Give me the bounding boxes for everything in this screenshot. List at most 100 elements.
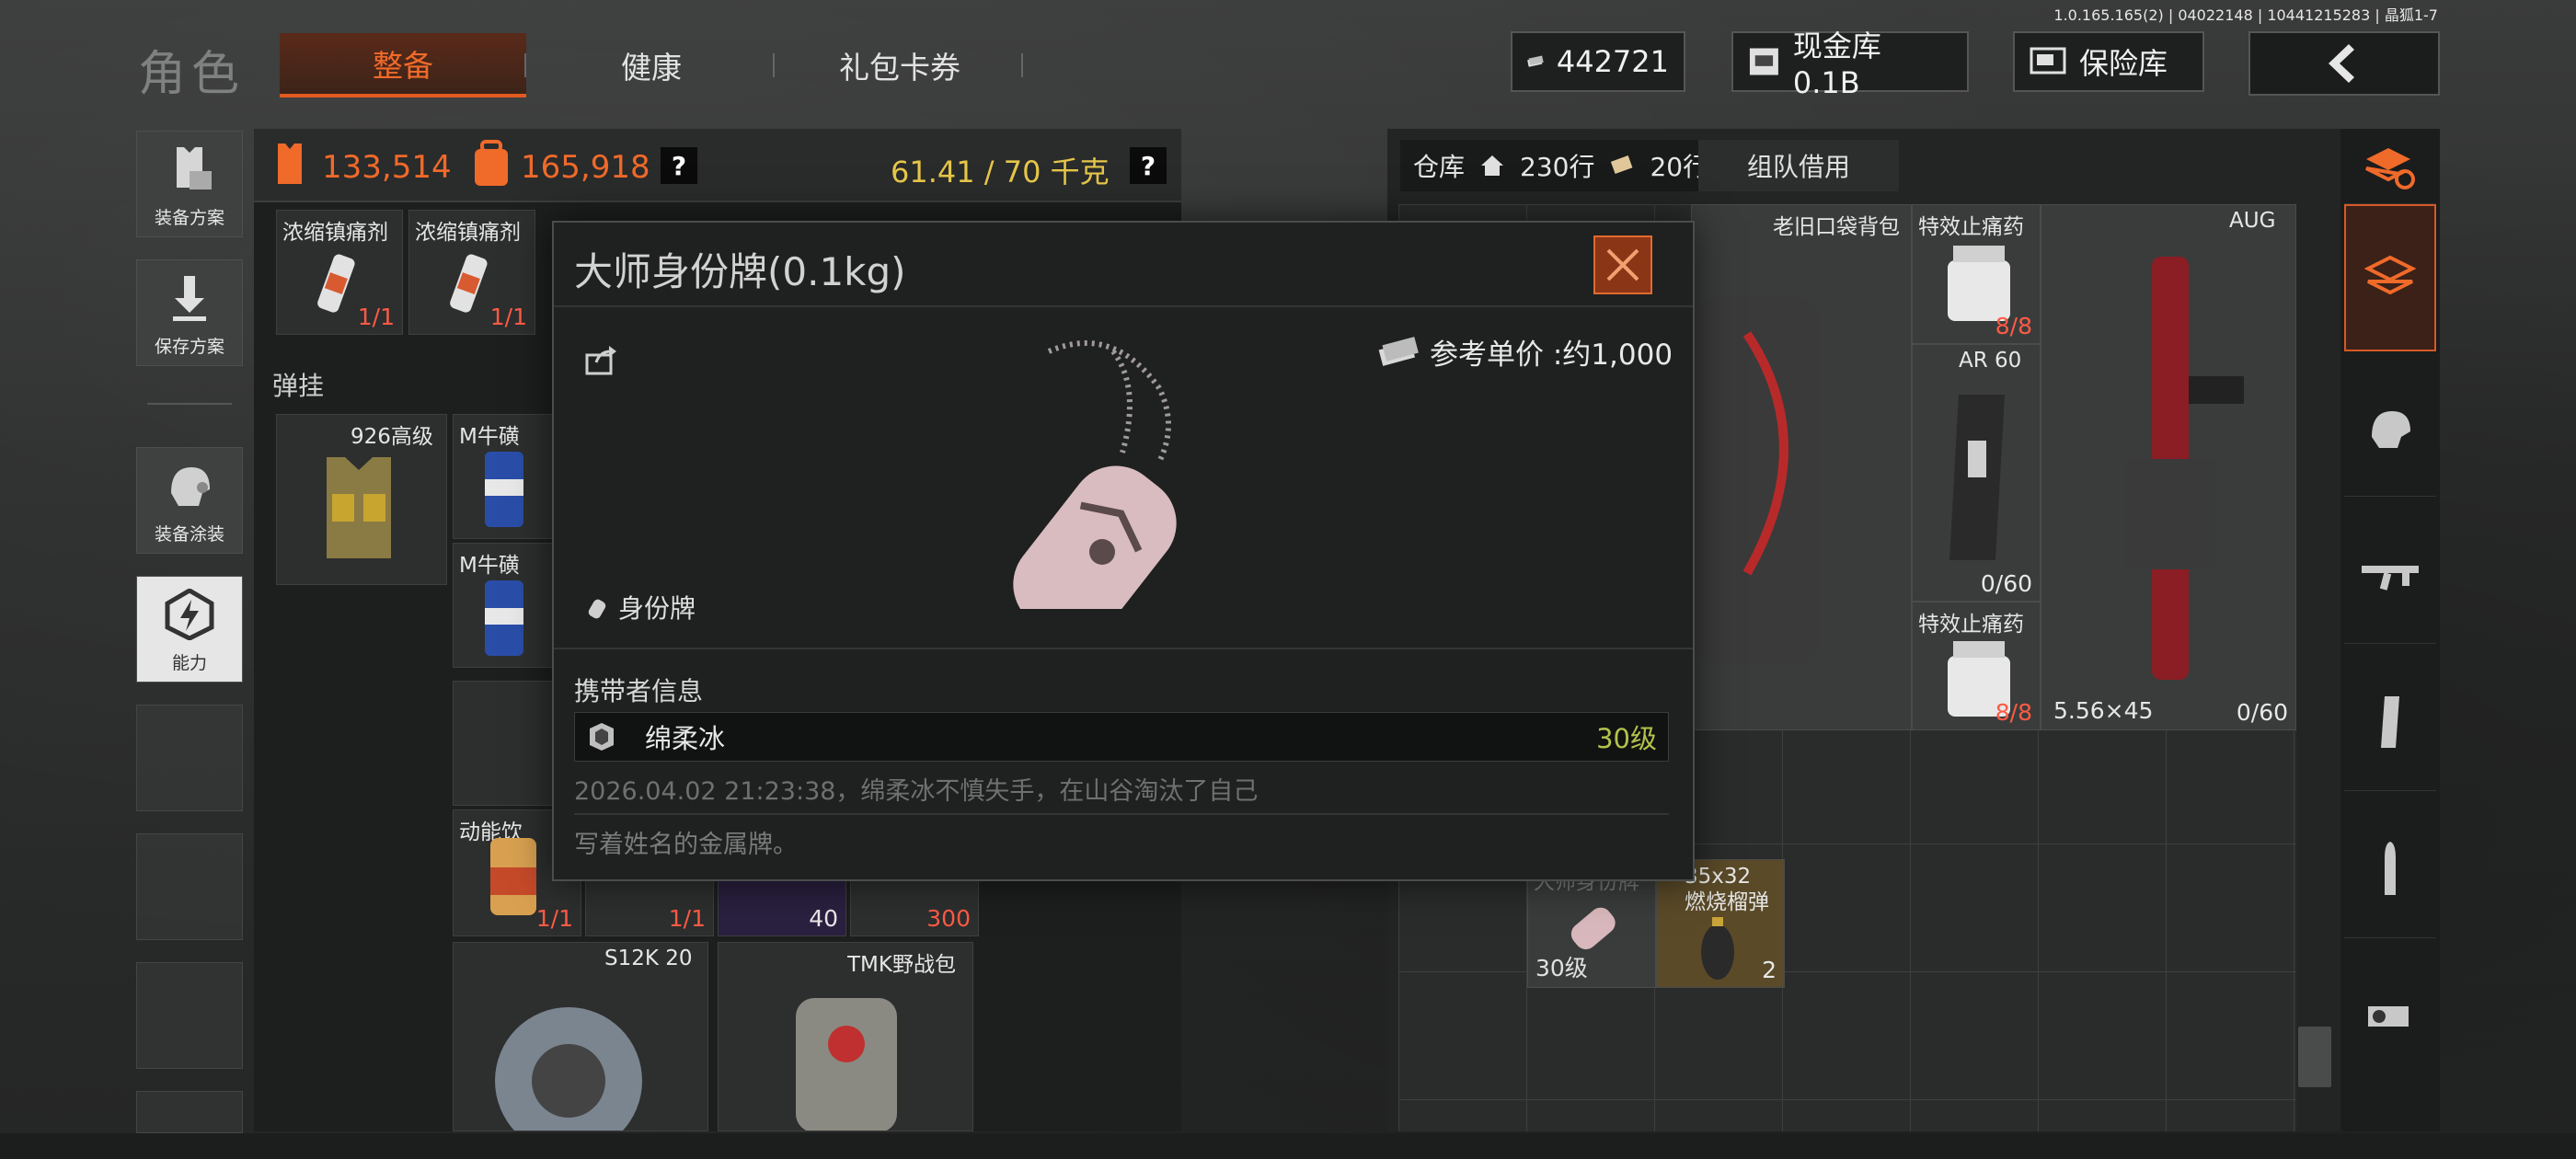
item-label: 浓缩镇痛剂 [282, 221, 388, 245]
weight-display: 61.41 / 70 千克 [891, 155, 1110, 189]
bottom-bar [0, 1133, 2576, 1159]
scrollbar[interactable] [2298, 1027, 2331, 1087]
item-count: 8/8 [1995, 313, 2032, 339]
magazine-icon [1949, 395, 2005, 560]
item-label: AUG [2229, 209, 2276, 233]
magazine-slot[interactable]: S12K 20 [453, 942, 708, 1131]
rank-icon [590, 723, 614, 751]
team-borrow-tab[interactable]: 组队借用 [1698, 140, 1899, 191]
close-icon [1606, 248, 1639, 281]
help-button[interactable]: ? [661, 147, 697, 184]
rig-slot[interactable]: 926高级 [276, 414, 447, 585]
save-loadout-button[interactable]: 保存方案 [136, 259, 243, 366]
item-label: S12K 20 [604, 947, 693, 970]
skin-label: 装备涂装 [154, 524, 224, 545]
item-label: M牛磺 [459, 425, 520, 449]
cash-vault-button[interactable]: 现金库 0.1B [1731, 29, 1969, 100]
tag-icon [588, 599, 606, 619]
tab-separator [524, 53, 526, 77]
chest-rig-icon [327, 457, 391, 558]
rail-weapon-button[interactable] [2344, 506, 2436, 644]
version-text: 1.0.165.165(2) | 04022148 | 10441215283 … [2053, 6, 2438, 24]
loadout-label: 装备方案 [154, 208, 224, 228]
rig-cell[interactable]: M牛磺 [453, 414, 554, 539]
home-icon [1481, 155, 1504, 176]
rail-all-button[interactable] [2344, 204, 2436, 351]
backpack-value: 165,918 [521, 149, 650, 186]
tab-separator [773, 53, 775, 77]
share-icon[interactable] [583, 342, 618, 377]
item-label: M牛磺 [459, 554, 520, 578]
item-label: AR 60 [1959, 349, 2022, 373]
item-category: 身份牌 [585, 589, 696, 625]
grenade-icon [1701, 917, 1734, 980]
save-loadout-label: 保存方案 [154, 337, 224, 357]
energy-drink-icon [485, 580, 523, 656]
loadout-button[interactable]: 装备方案 [136, 131, 243, 237]
modal-divider [554, 648, 1693, 649]
carrier-row: 绵柔冰 30级 [574, 712, 1669, 762]
warehouse-item[interactable]: 老旧口袋背包 [1691, 204, 1912, 730]
armor-icon [278, 143, 302, 184]
back-button[interactable] [2248, 31, 2440, 96]
item-count: 30级 [1535, 955, 1588, 981]
ammo-caliber: 5.56×45 [2053, 697, 2154, 724]
rig-cell[interactable]: M牛磺 [453, 543, 554, 668]
warehouse-item[interactable]: 特效止痛药 8/8 [1912, 204, 2041, 344]
warehouse-label: 仓库 [1413, 152, 1466, 182]
item-count: 0/60 [2236, 699, 2288, 726]
backpack-slot[interactable]: TMK野战包 [718, 942, 973, 1131]
aug-rifle-icon [2124, 257, 2244, 680]
currency-value: 442721 [1556, 44, 1669, 79]
drum-magazine-icon [495, 1007, 642, 1130]
rig-cell[interactable] [453, 681, 554, 806]
item-count: 8/8 [1995, 699, 2032, 726]
ability-icon [165, 589, 214, 640]
layers-icon [2364, 255, 2416, 295]
item-count: 2 [1762, 957, 1777, 983]
cash-icon [1527, 55, 1544, 67]
item-count: 0/60 [1980, 570, 2032, 597]
magazine-icon [2381, 695, 2399, 748]
carrier-name: 绵柔冰 [645, 723, 726, 754]
armor-value: 133,514 [322, 149, 452, 186]
equip-slot[interactable]: 浓缩镇痛剂 1/1 [276, 210, 403, 335]
empty-slot [136, 1091, 243, 1133]
helmet-icon [171, 467, 210, 506]
warehouse-item[interactable]: 特效止痛药 8/8 [1912, 602, 2041, 730]
rail-refresh-button[interactable] [2344, 131, 2436, 204]
modal-divider [554, 305, 1693, 307]
rail-attachment-button[interactable] [2344, 947, 2436, 1085]
skin-button[interactable]: 装备涂装 [136, 447, 243, 554]
price-label: 参考单价 :约1,000 [1430, 339, 1673, 372]
sidebar-divider [147, 403, 232, 405]
tab-gift[interactable]: 礼包卡券 [776, 33, 1023, 98]
pocket-backpack-icon [1692, 297, 1821, 665]
carrier-level: 30级 [1596, 723, 1657, 754]
tab-separator [1021, 53, 1023, 77]
close-button[interactable] [1593, 235, 1652, 294]
tab-equip[interactable]: 整备 [280, 33, 526, 98]
warehouse-item[interactable]: AR 60 0/60 [1912, 344, 2041, 602]
rail-ammo-button[interactable] [2344, 800, 2436, 938]
empty-slot [136, 833, 243, 940]
ticket-icon [1611, 155, 1633, 175]
item-label: 浓缩镇痛剂 [415, 221, 521, 245]
tab-health[interactable]: 健康 [528, 33, 775, 98]
download-icon [173, 276, 206, 321]
equip-slot[interactable]: 浓缩镇痛剂 1/1 [408, 210, 535, 335]
tab-label: 健康 [621, 50, 682, 86]
warehouse-item[interactable]: AUG 0/60 [2041, 204, 2296, 730]
vault-icon [1749, 48, 1778, 75]
rail-helmet-button[interactable] [2344, 359, 2436, 497]
safe-button[interactable]: 保险库 [2013, 31, 2204, 92]
bullet-icon [2385, 841, 2396, 895]
backpack-icon [475, 140, 508, 186]
helmet-icon [2372, 410, 2410, 448]
empty-slot [136, 705, 243, 811]
rail-magazine-button[interactable] [2344, 653, 2436, 791]
ability-button[interactable]: 能力 [136, 576, 243, 683]
event-log: 2026.04.02 21:23:38，绵柔冰不慎失手，在山谷淘汰了自己 [574, 777, 1259, 806]
weight-help-button[interactable]: ? [1130, 147, 1167, 184]
item-count: 1/1 [668, 905, 706, 932]
